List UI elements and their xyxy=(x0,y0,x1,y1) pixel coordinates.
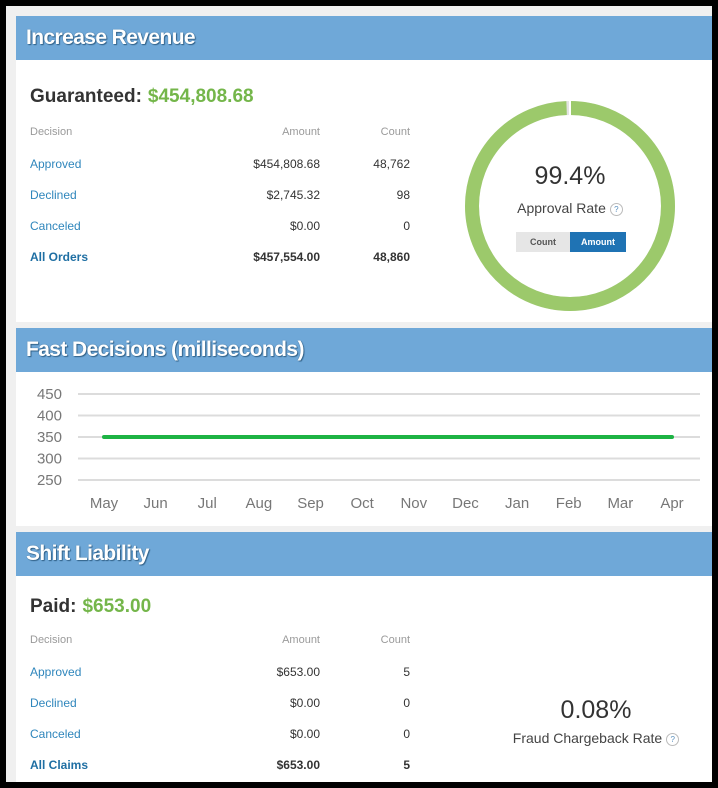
guaranteed-value: $454,808.68 xyxy=(147,86,254,107)
y-tick-label: 250 xyxy=(37,472,62,489)
x-tick-label: Dec xyxy=(452,495,479,512)
decision-link-approved[interactable]: Approved xyxy=(30,157,81,171)
table-row: Declined $0.00 0 xyxy=(30,696,410,727)
count-cell: 0 xyxy=(403,696,410,710)
decision-link-declined[interactable]: Declined xyxy=(30,696,77,710)
approval-rate-value: 99.4% xyxy=(534,162,606,190)
dashboard-frame: Increase Revenue Guaranteed: $454,808.68 … xyxy=(6,6,712,782)
table-row: Canceled $0.00 0 xyxy=(30,219,410,250)
count-cell: 0 xyxy=(403,219,410,233)
count-cell: 5 xyxy=(403,665,410,679)
table-header: Decision Amount Count xyxy=(30,634,410,665)
decision-header: Decision xyxy=(30,634,73,646)
decision-link-canceled[interactable]: Canceled xyxy=(30,727,81,741)
decision-link-canceled[interactable]: Canceled xyxy=(30,219,81,233)
table-header: Decision Amount Count xyxy=(30,126,410,157)
amount-cell: $0.00 xyxy=(289,219,320,233)
table-row-total: All Claims $653.00 5 xyxy=(30,758,410,782)
x-tick-label: Jul xyxy=(198,495,217,512)
donut-center: 99.4% Approval Rate? Count Amount xyxy=(464,100,676,312)
amount-cell: $653.00 xyxy=(276,758,320,772)
decision-link-all-orders[interactable]: All Orders xyxy=(30,250,88,264)
help-icon[interactable]: ? xyxy=(609,202,623,216)
table-row: Declined $2,745.32 98 xyxy=(30,188,410,219)
count-header: Count xyxy=(380,634,410,646)
count-cell: 5 xyxy=(403,758,410,772)
x-tick-label: Oct xyxy=(351,495,375,512)
increase-revenue-panel: Increase Revenue Guaranteed: $454,808.68 … xyxy=(16,16,712,322)
count-cell: 48,860 xyxy=(373,250,410,264)
shift-liability-panel: Shift Liability Paid: $653.00 Decision Am… xyxy=(16,532,712,782)
count-toggle-button[interactable]: Count xyxy=(516,232,570,252)
y-tick-label: 400 xyxy=(37,408,62,425)
count-cell: 48,762 xyxy=(373,157,410,171)
approval-rate-label-row: Approval Rate? xyxy=(464,200,676,216)
x-tick-label: Feb xyxy=(556,495,582,512)
amount-cell: $457,554.00 xyxy=(253,250,320,264)
x-tick-label: Jun xyxy=(144,495,168,512)
amount-header: Amount xyxy=(282,126,320,138)
amount-cell: $2,745.32 xyxy=(266,188,320,202)
amount-cell: $0.00 xyxy=(289,727,320,741)
paid-value: $653.00 xyxy=(82,596,152,617)
fraud-chargeback-label-row: Fraud Chargeback Rate? xyxy=(486,730,706,746)
x-tick-label: Aug xyxy=(246,495,273,512)
count-cell: 0 xyxy=(403,727,410,741)
decision-link-all-claims[interactable]: All Claims xyxy=(30,758,88,772)
fast-decisions-title: Fast Decisions (milliseconds) xyxy=(16,328,712,372)
count-amount-toggle: Count Amount xyxy=(516,232,626,252)
y-tick-label: 450 xyxy=(37,386,62,403)
x-tick-label: May xyxy=(90,495,119,512)
y-tick-label: 350 xyxy=(37,429,62,446)
decision-link-approved[interactable]: Approved xyxy=(30,665,81,679)
count-cell: 98 xyxy=(396,188,410,202)
fraud-chargeback-label: Fraud Chargeback Rate xyxy=(512,730,663,746)
guaranteed-summary: Guaranteed: $454,808.68 xyxy=(30,86,254,108)
fast-decisions-panel: Fast Decisions (milliseconds) 450 400 350 3… xyxy=(16,328,712,526)
increase-revenue-title: Increase Revenue xyxy=(16,16,712,60)
fraud-chargeback-value: 0.08% xyxy=(560,696,632,724)
paid-summary: Paid: $653.00 xyxy=(30,596,151,618)
table-row: Approved $653.00 5 xyxy=(30,665,410,696)
x-tick-label: Sep xyxy=(297,495,324,512)
table-row-total: All Orders $457,554.00 48,860 xyxy=(30,250,410,281)
amount-cell: $0.00 xyxy=(289,696,320,710)
amount-cell: $653.00 xyxy=(276,665,320,679)
amount-cell: $454,808.68 xyxy=(253,157,320,171)
x-tick-label: Mar xyxy=(607,495,633,512)
count-header: Count xyxy=(380,126,410,138)
help-icon[interactable]: ? xyxy=(666,732,680,746)
x-tick-label: Apr xyxy=(660,495,683,512)
claims-table: Decision Amount Count Approved $653.00 5… xyxy=(30,634,410,782)
decision-header: Decision xyxy=(30,126,73,138)
shift-liability-title: Shift Liability xyxy=(16,532,712,576)
table-row: Canceled $0.00 0 xyxy=(30,727,410,758)
guaranteed-label: Guaranteed: xyxy=(30,86,142,107)
x-tick-label: Jan xyxy=(505,495,529,512)
decision-link-declined[interactable]: Declined xyxy=(30,188,77,202)
decision-time-chart: 450 400 350 300 250 May Jun Jul Aug Sep Oct Nov Dec J… xyxy=(37,386,700,512)
amount-toggle-button[interactable]: Amount xyxy=(570,232,626,252)
y-tick-label: 300 xyxy=(37,451,62,468)
approval-rate-label: Approval Rate xyxy=(517,200,606,216)
amount-header: Amount xyxy=(282,634,320,646)
x-tick-label: Nov xyxy=(400,495,427,512)
orders-table: Decision Amount Count Approved $454,808.… xyxy=(30,126,410,281)
table-row: Approved $454,808.68 48,762 xyxy=(30,157,410,188)
paid-label: Paid: xyxy=(30,596,77,617)
